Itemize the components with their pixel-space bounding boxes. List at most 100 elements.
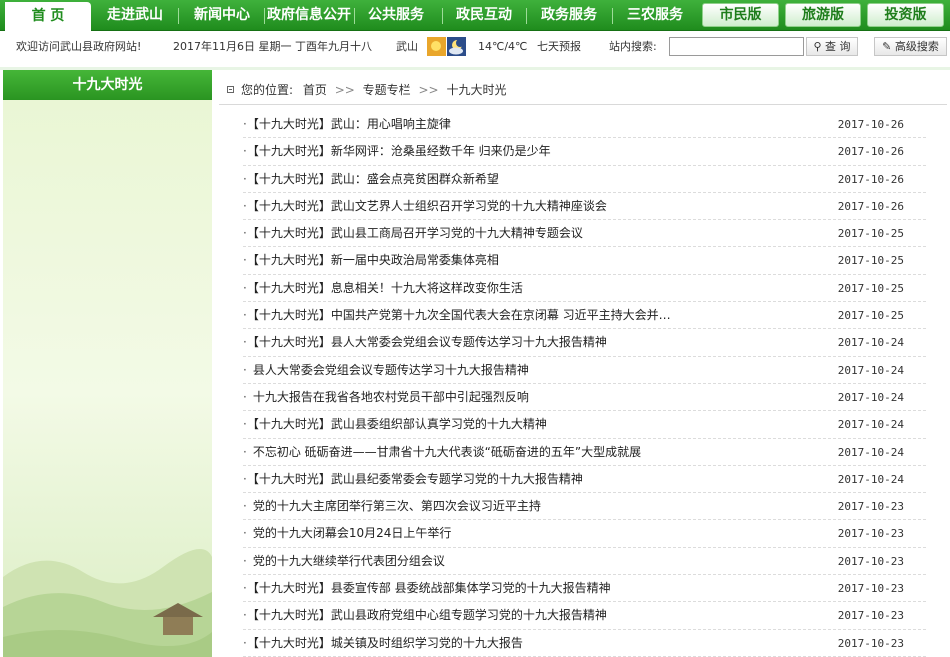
breadcrumb-separator: >>	[418, 83, 439, 97]
news-title-text: 【十九大时光】息息相关！十九大将这样改变你生活	[252, 280, 523, 295]
nav-public-service[interactable]: 公共服务	[356, 0, 436, 31]
nav-interaction[interactable]: 政民互动	[444, 0, 524, 31]
news-date: 2017-10-23	[837, 582, 904, 596]
search-button[interactable]: ⚲ 查 询	[806, 37, 858, 56]
news-title-text: 党的十九大闭幕会10月24日上午举行	[252, 526, 452, 541]
news-date: 2017-10-24	[837, 472, 904, 486]
news-title-link[interactable]: · 【十九大时光】武山文艺界人士组织召开学习党的十九大精神座谈会	[243, 193, 607, 220]
news-title-link[interactable]: · 【十九大时光】新华网评：沧桑虽经数千年 归来仍是少年	[243, 138, 551, 165]
news-date: 2017-10-26	[837, 118, 904, 131]
news-title-link[interactable]: · 【十九大时光】武山：盛会点亮贫困群众新希望	[243, 166, 499, 193]
bullet-icon: ·	[243, 117, 247, 131]
breadcrumb: 您的位置: 首页 >> 专题专栏 >> 十九大时光	[227, 80, 506, 100]
bullet-icon: ·	[243, 389, 247, 404]
news-title-text: 不忘初心 砥砺奋进——甘肃省十九大代表谈“砥砺奋进的五年”大型成就展	[252, 444, 642, 459]
breadcrumb-special-topics[interactable]: 专题专栏	[363, 83, 411, 97]
news-date: 2017-10-26	[837, 172, 904, 186]
bullet-icon: ·	[243, 362, 247, 377]
weather-icon	[427, 37, 466, 56]
news-title-link[interactable]: · 【十九大时光】息息相关！十九大将这样改变你生活	[243, 275, 523, 302]
tourism-version-button[interactable]: 旅游版	[785, 3, 861, 27]
news-title-link[interactable]: · 【十九大时光】县委宣传部 县委统战部集体学习党的十九大报告精神	[243, 575, 611, 602]
bullet-icon: ·	[243, 526, 247, 541]
news-title-link[interactable]: · 【十九大时光】武山县工商局召开学习党的十九大精神专题会议	[243, 220, 583, 247]
list-item: · 【十九大时光】县委宣传部 县委统战部集体学习党的十九大报告精神 2017-10-…	[243, 575, 926, 603]
news-title-text: 【十九大时光】新华网评：沧桑虽经数千年 归来仍是少年	[252, 144, 551, 159]
news-title-text: 【十九大时光】武山县政府党组中心组专题学习党的十九大报告精神	[252, 608, 607, 623]
news-date: 2017-10-23	[837, 500, 904, 514]
nav-divider	[354, 8, 355, 24]
news-title-text: 【十九大时光】新一届中央政治局常委集体亮相	[252, 253, 499, 268]
list-item: · 【十九大时光】武山县委组织部认真学习党的十九大精神 2017-10-24	[243, 411, 926, 439]
date-text: 2017年11月6日 星期一 丁酉年九月十八	[173, 40, 372, 53]
bullet-icon: ·	[243, 608, 247, 623]
nav-about-wushan[interactable]: 走进武山	[95, 0, 175, 31]
news-title-link[interactable]: · 【十九大时光】武山县委组织部认真学习党的十九大精神	[243, 411, 547, 438]
nav-divider	[442, 8, 443, 24]
bullet-icon: ·	[243, 226, 247, 241]
news-title-link[interactable]: · 【十九大时光】武山县政府党组中心组专题学习党的十九大报告精神	[243, 602, 607, 629]
news-date: 2017-10-24	[837, 336, 904, 350]
bullet-icon: ·	[243, 581, 247, 596]
breadcrumb-icon	[227, 86, 234, 93]
news-title-link[interactable]: · 【十九大时光】武山县纪委常委会专题学习党的十九大报告精神	[243, 466, 583, 493]
bullet-icon: ·	[243, 553, 247, 568]
news-title-link[interactable]: · 党的十九大继续举行代表团分组会议	[243, 548, 445, 575]
advanced-search-button[interactable]: ✎ 高级搜索	[874, 37, 947, 56]
advanced-search-label: 高级搜索	[894, 40, 939, 53]
news-title-link[interactable]: · 【十九大时光】武山：用心唱响主旋律	[243, 111, 451, 138]
seven-day-forecast-link[interactable]: 七天预报	[537, 32, 581, 62]
breadcrumb-current[interactable]: 十九大时光	[446, 83, 506, 97]
news-title-text: 【十九大时光】武山：用心唱响主旋律	[252, 117, 451, 131]
news-title-link[interactable]: · 不忘初心 砥砺奋进——甘肃省十九大代表谈“砥砺奋进的五年”大型成就展	[243, 439, 641, 466]
news-title-text: 党的十九大主席团举行第三次、第四次会议习近平主持	[252, 499, 541, 514]
news-title-link[interactable]: · 党的十九大闭幕会10月24日上午举行	[243, 520, 451, 547]
news-title-link[interactable]: · 【十九大时光】县人大常委会党组会议专题传达学习十九大报告精神	[243, 329, 607, 356]
news-date: 2017-10-25	[837, 281, 904, 295]
list-item: · 【十九大时光】息息相关！十九大将这样改变你生活 2017-10-25	[243, 275, 926, 303]
breadcrumb-divider	[219, 104, 947, 105]
list-item: · 县人大常委会党组会议专题传达学习十九大报告精神 2017-10-24	[243, 357, 926, 384]
bullet-icon: ·	[243, 444, 247, 459]
search-input[interactable]	[669, 37, 804, 56]
news-date: 2017-10-24	[837, 445, 904, 459]
nav-agriculture[interactable]: 三农服务	[614, 0, 696, 31]
citizen-version-button[interactable]: 市民版	[702, 3, 779, 27]
news-title-link[interactable]: · 【十九大时光】新一届中央政治局常委集体亮相	[243, 247, 499, 274]
list-item: · 【十九大时光】城关镇及时组织学习党的十九大报告 2017-10-23	[243, 630, 926, 657]
news-date: 2017-10-25	[837, 254, 904, 268]
news-title-link[interactable]: · 党的十九大主席团举行第三次、第四次会议习近平主持	[243, 493, 541, 520]
top-nav-bar: 首 页 走进武山 新闻中心 政府信息公开 公共服务 政民互动 政务服务 三农服务…	[0, 0, 950, 31]
list-item: · 党的十九大继续举行代表团分组会议 2017-10-23	[243, 548, 926, 576]
breadcrumb-home[interactable]: 首页	[297, 83, 327, 97]
list-item: · 党的十九大主席团举行第三次、第四次会议习近平主持 2017-10-23	[243, 493, 926, 521]
news-list: · 【十九大时光】武山：用心唱响主旋律 2017-10-26 · 【十九大时光】新华网评…	[243, 111, 926, 657]
list-item: · 【十九大时光】县人大常委会党组会议专题传达学习十九大报告精神 2017-10-2…	[243, 329, 926, 357]
news-title-text: 【十九大时光】县人大常委会党组会议专题传达学习十九大报告精神	[252, 335, 607, 350]
news-date: 2017-10-24	[837, 390, 904, 404]
bullet-icon: ·	[243, 253, 247, 268]
search-icon: ⚲	[813, 40, 822, 53]
news-title-link[interactable]: · 县人大常委会党组会议专题传达学习十九大报告精神	[243, 357, 529, 384]
news-date: 2017-10-24	[837, 363, 904, 377]
news-date: 2017-10-23	[837, 527, 904, 541]
search-button-label: 查 询	[825, 40, 851, 53]
news-title-text: 【十九大时光】武山县委组织部认真学习党的十九大精神	[252, 417, 547, 432]
breadcrumb-label: 您的位置:	[241, 83, 294, 97]
nav-divider	[178, 8, 179, 24]
news-title-link[interactable]: · 【十九大时光】中国共产党第十九次全国代表大会在京闭幕 习近平主持大会并…	[243, 302, 671, 329]
news-title-link[interactable]: · 【十九大时光】城关镇及时组织学习党的十九大报告	[243, 630, 523, 657]
search-label: 站内搜索:	[609, 40, 657, 53]
nav-gov-info[interactable]: 政府信息公开	[266, 0, 352, 31]
nav-news-center[interactable]: 新闻中心	[182, 0, 262, 31]
nav-home[interactable]: 首 页	[5, 2, 91, 31]
bullet-icon: ·	[243, 198, 247, 213]
bullet-icon: ·	[243, 635, 247, 650]
list-item: · 十九大报告在我省各地农村党员干部中引起强烈反响 2017-10-24	[243, 384, 926, 412]
welcome-text: 欢迎访问武山县政府网站!	[16, 40, 142, 53]
nav-divider	[264, 8, 265, 24]
bullet-icon: ·	[243, 499, 247, 514]
nav-gov-service[interactable]: 政务服务	[528, 0, 610, 31]
investment-version-button[interactable]: 投资版	[867, 3, 944, 27]
news-title-link[interactable]: · 十九大报告在我省各地农村党员干部中引起强烈反响	[243, 384, 529, 411]
